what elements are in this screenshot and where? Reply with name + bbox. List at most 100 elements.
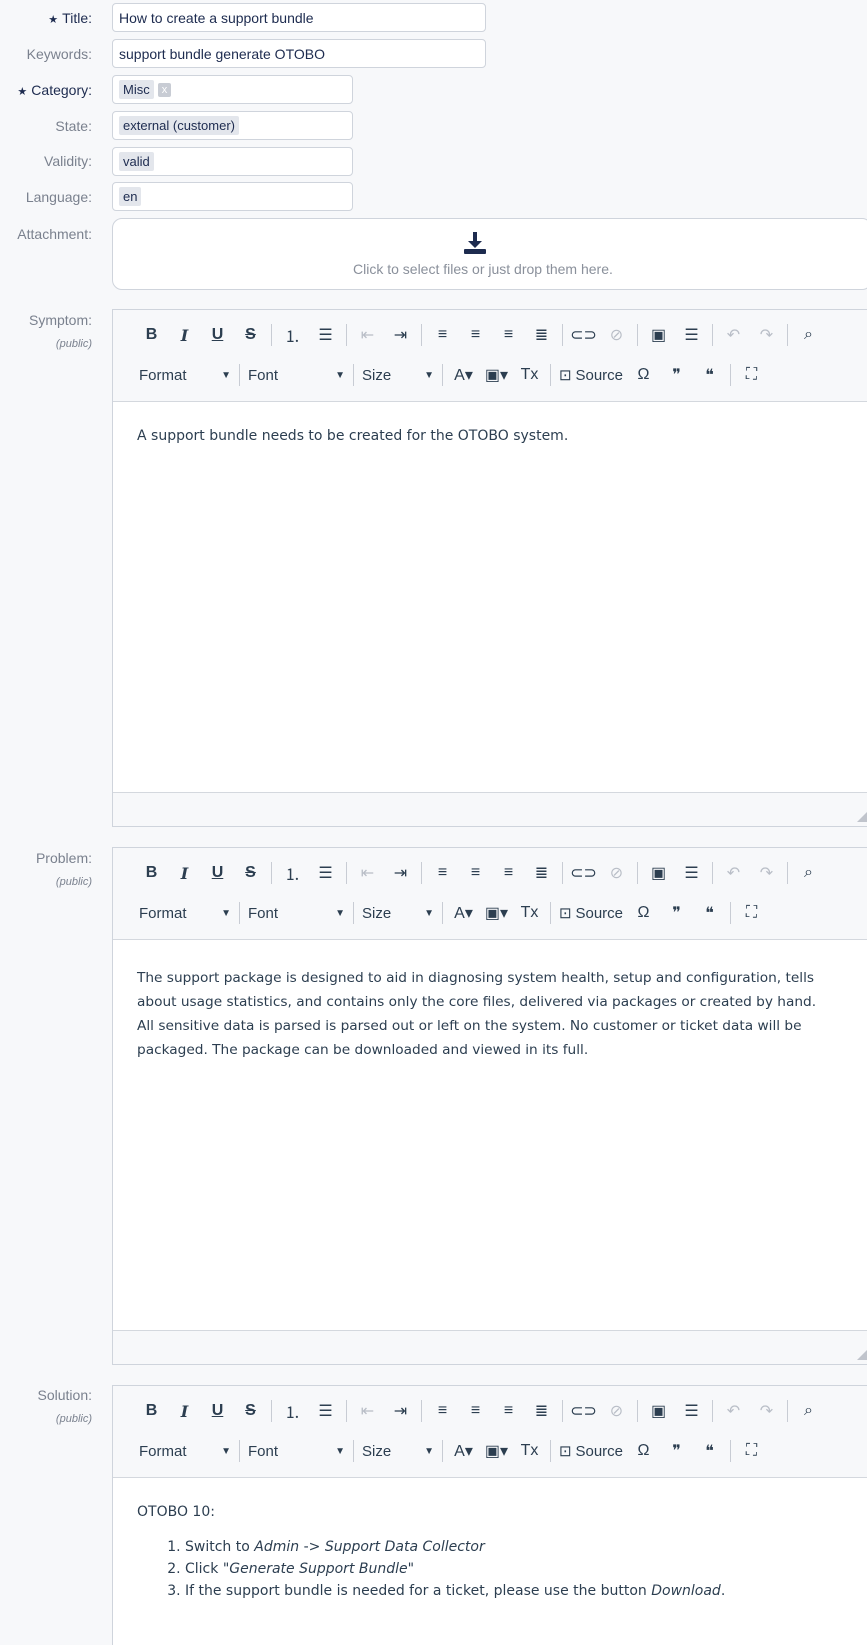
underline-button[interactable]: U <box>201 1397 234 1425</box>
align-center-icon[interactable]: ≡ <box>459 859 492 887</box>
outdent-icon[interactable]: ⇤ <box>351 859 384 887</box>
align-left-icon[interactable]: ≡ <box>426 321 459 349</box>
outdent-icon[interactable]: ⇤ <box>351 1397 384 1425</box>
remove-quote-icon[interactable]: ❝ <box>693 899 726 927</box>
align-right-icon[interactable]: ≡ <box>492 859 525 887</box>
background-color-icon[interactable]: ▣▾ <box>480 361 513 389</box>
redo-icon[interactable]: ↷ <box>750 1397 783 1425</box>
align-left-icon[interactable]: ≡ <box>426 859 459 887</box>
blockquote-icon[interactable]: ❞ <box>660 899 693 927</box>
redo-icon[interactable]: ↷ <box>750 859 783 887</box>
justify-icon[interactable]: ≣ <box>525 321 558 349</box>
font-dropdown[interactable]: Font ▼ <box>244 361 349 389</box>
maximize-icon[interactable]: ⛶ <box>735 1437 768 1465</box>
horizontal-line-icon[interactable]: ☰ <box>675 1397 708 1425</box>
title-input[interactable]: How to create a support bundle <box>112 3 486 32</box>
align-right-icon[interactable]: ≡ <box>492 1397 525 1425</box>
unlink-icon[interactable]: ⊘ <box>600 1397 633 1425</box>
text-color-icon[interactable]: A▾ <box>447 1437 480 1465</box>
undo-icon[interactable]: ↶ <box>717 1397 750 1425</box>
size-dropdown[interactable]: Size ▼ <box>358 899 438 927</box>
font-dropdown[interactable]: Font ▼ <box>244 1437 349 1465</box>
undo-icon[interactable]: ↶ <box>717 859 750 887</box>
bulleted-list-icon[interactable]: ☰ <box>309 321 342 349</box>
unlink-icon[interactable]: ⊘ <box>600 321 633 349</box>
blockquote-icon[interactable]: ❞ <box>660 1437 693 1465</box>
numbered-list-icon[interactable]: ⒈ <box>276 1397 309 1425</box>
solution-content[interactable]: OTOBO 10: Switch to Admin -> Support Dat… <box>113 1478 867 1628</box>
remove-quote-icon[interactable]: ❝ <box>693 1437 726 1465</box>
search-icon[interactable]: ⌕ <box>792 1397 825 1425</box>
remove-format-icon[interactable]: Tx <box>513 361 546 389</box>
size-dropdown[interactable]: Size ▼ <box>358 361 438 389</box>
search-icon[interactable]: ⌕ <box>792 321 825 349</box>
redo-icon[interactable]: ↷ <box>750 321 783 349</box>
align-center-icon[interactable]: ≡ <box>459 1397 492 1425</box>
strikethrough-button[interactable]: S <box>234 1397 267 1425</box>
italic-button[interactable]: I <box>168 1397 201 1425</box>
italic-button[interactable]: I <box>168 859 201 887</box>
category-select[interactable]: Misc x <box>112 75 353 104</box>
strikethrough-button[interactable]: S <box>234 859 267 887</box>
format-dropdown[interactable]: Format ▼ <box>135 1437 235 1465</box>
horizontal-line-icon[interactable]: ☰ <box>675 859 708 887</box>
attachment-dropzone[interactable]: Click to select files or just drop them … <box>112 218 867 290</box>
problem-content[interactable]: The support package is designed to aid i… <box>113 940 867 1088</box>
state-select[interactable]: external (customer) <box>112 111 353 140</box>
bulleted-list-icon[interactable]: ☰ <box>309 1397 342 1425</box>
remove-quote-icon[interactable]: ❝ <box>693 361 726 389</box>
remove-format-icon[interactable]: Tx <box>513 899 546 927</box>
bold-button[interactable]: B <box>135 321 168 349</box>
resize-handle-icon[interactable] <box>857 1350 867 1360</box>
image-icon[interactable]: ▣ <box>642 321 675 349</box>
remove-format-icon[interactable]: Tx <box>513 1437 546 1465</box>
source-button[interactable]: ⊡ Source <box>555 361 627 389</box>
format-dropdown[interactable]: Format ▼ <box>135 899 235 927</box>
align-right-icon[interactable]: ≡ <box>492 321 525 349</box>
background-color-icon[interactable]: ▣▾ <box>480 1437 513 1465</box>
undo-icon[interactable]: ↶ <box>717 321 750 349</box>
text-color-icon[interactable]: A▾ <box>447 361 480 389</box>
indent-icon[interactable]: ⇥ <box>384 1397 417 1425</box>
indent-icon[interactable]: ⇥ <box>384 859 417 887</box>
image-icon[interactable]: ▣ <box>642 859 675 887</box>
maximize-icon[interactable]: ⛶ <box>735 899 768 927</box>
source-button[interactable]: ⊡ Source <box>555 899 627 927</box>
font-dropdown[interactable]: Font ▼ <box>244 899 349 927</box>
source-button[interactable]: ⊡ Source <box>555 1437 627 1465</box>
bulleted-list-icon[interactable]: ☰ <box>309 859 342 887</box>
align-center-icon[interactable]: ≡ <box>459 321 492 349</box>
search-icon[interactable]: ⌕ <box>792 859 825 887</box>
text-color-icon[interactable]: A▾ <box>447 899 480 927</box>
language-select[interactable]: en <box>112 182 353 211</box>
validity-select[interactable]: valid <box>112 147 353 176</box>
bold-button[interactable]: B <box>135 859 168 887</box>
blockquote-icon[interactable]: ❞ <box>660 361 693 389</box>
background-color-icon[interactable]: ▣▾ <box>480 899 513 927</box>
size-dropdown[interactable]: Size ▼ <box>358 1437 438 1465</box>
link-icon[interactable]: ⊂⊃ <box>567 859 600 887</box>
indent-icon[interactable]: ⇥ <box>384 321 417 349</box>
italic-button[interactable]: I <box>168 321 201 349</box>
align-left-icon[interactable]: ≡ <box>426 1397 459 1425</box>
keywords-input[interactable]: support bundle generate OTOBO <box>112 39 486 68</box>
remove-category-button[interactable]: x <box>157 82 172 97</box>
format-dropdown[interactable]: Format ▼ <box>135 361 235 389</box>
numbered-list-icon[interactable]: ⒈ <box>276 859 309 887</box>
underline-button[interactable]: U <box>201 859 234 887</box>
justify-icon[interactable]: ≣ <box>525 1397 558 1425</box>
maximize-icon[interactable]: ⛶ <box>735 361 768 389</box>
horizontal-line-icon[interactable]: ☰ <box>675 321 708 349</box>
justify-icon[interactable]: ≣ <box>525 859 558 887</box>
special-char-icon[interactable]: Ω <box>627 1437 660 1465</box>
strikethrough-button[interactable]: S <box>234 321 267 349</box>
numbered-list-icon[interactable]: ⒈ <box>276 321 309 349</box>
underline-button[interactable]: U <box>201 321 234 349</box>
link-icon[interactable]: ⊂⊃ <box>567 321 600 349</box>
special-char-icon[interactable]: Ω <box>627 899 660 927</box>
unlink-icon[interactable]: ⊘ <box>600 859 633 887</box>
symptom-content[interactable]: A support bundle needs to be created for… <box>113 402 867 470</box>
image-icon[interactable]: ▣ <box>642 1397 675 1425</box>
outdent-icon[interactable]: ⇤ <box>351 321 384 349</box>
bold-button[interactable]: B <box>135 1397 168 1425</box>
